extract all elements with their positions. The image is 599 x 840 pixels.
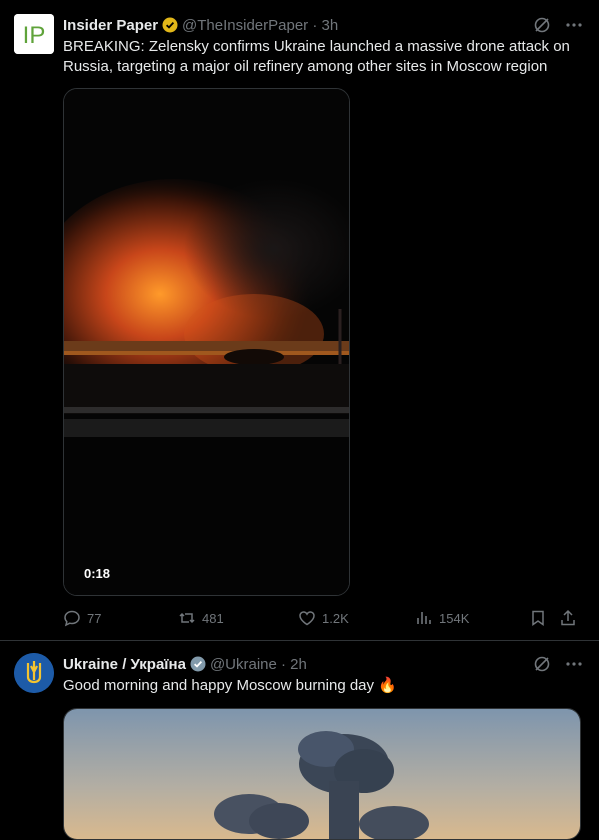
author-handle[interactable]: @TheInsiderPaper · 3h (182, 17, 338, 34)
verified-badge-icon (190, 656, 206, 672)
like-button[interactable]: 1.2K (298, 609, 415, 627)
like-count: 1.2K (322, 610, 349, 626)
tweet-top-icons (533, 655, 583, 673)
bookmark-button[interactable] (529, 609, 559, 627)
like-icon (299, 611, 315, 626)
avatar[interactable]: IP (14, 14, 54, 54)
avatar[interactable] (14, 653, 54, 693)
grok-icon[interactable] (533, 655, 551, 673)
repost-icon (179, 612, 195, 624)
video-duration: 0:18 (84, 566, 111, 581)
verified-badge-icon (162, 17, 178, 33)
grok-icon[interactable] (533, 16, 551, 34)
reply-icon (64, 610, 80, 627)
trident-icon (14, 653, 54, 693)
tweet-actions: 77 481 1.2K 154K (63, 608, 583, 628)
author-name[interactable]: Ukraine / Україна (63, 656, 186, 673)
repost-button[interactable]: 481 (178, 609, 298, 627)
video-frame (64, 89, 349, 595)
share-icon (561, 609, 575, 626)
fire-emoji-icon: 🔥 (378, 677, 397, 694)
tweet-top-icons (533, 16, 583, 34)
insider-paper-logo-icon: IP (14, 14, 54, 54)
tweet-photo[interactable] (63, 708, 581, 840)
tweet-text-body: Good morning and happy Moscow burning da… (63, 677, 375, 694)
tweet-insider-paper[interactable]: IP Insider Paper @TheInsiderPaper · 3h B… (0, 0, 599, 641)
author-handle[interactable]: @Ukraine · 2h (210, 656, 307, 673)
tweet-text: BREAKING: Zelensky confirms Ukraine laun… (63, 38, 570, 75)
share-button[interactable] (559, 609, 577, 627)
tweet-text: Good morning and happy Moscow burning da… (63, 676, 583, 696)
tweet-header: Insider Paper @TheInsiderPaper · 3h (63, 15, 529, 35)
more-icon[interactable] (565, 655, 583, 673)
repost-count: 481 (202, 610, 224, 626)
views-button[interactable]: 154K (415, 609, 529, 627)
reply-button[interactable]: 77 (63, 609, 178, 627)
tweet-header: Ukraine / Україна @Ukraine · 2h (63, 654, 529, 674)
photo-image (64, 709, 580, 839)
bookmark-icon (532, 610, 544, 626)
views-icon (417, 612, 431, 624)
views-count: 154K (439, 610, 470, 626)
reply-count: 77 (87, 610, 102, 626)
author-name[interactable]: Insider Paper (63, 17, 158, 34)
tweet-video[interactable]: 0:18 (63, 88, 350, 596)
more-icon[interactable] (565, 16, 583, 34)
avatar-text: IP (23, 22, 46, 49)
tweet-ukraine[interactable]: Ukraine / Україна @Ukraine · 2h Good mor… (0, 641, 599, 840)
